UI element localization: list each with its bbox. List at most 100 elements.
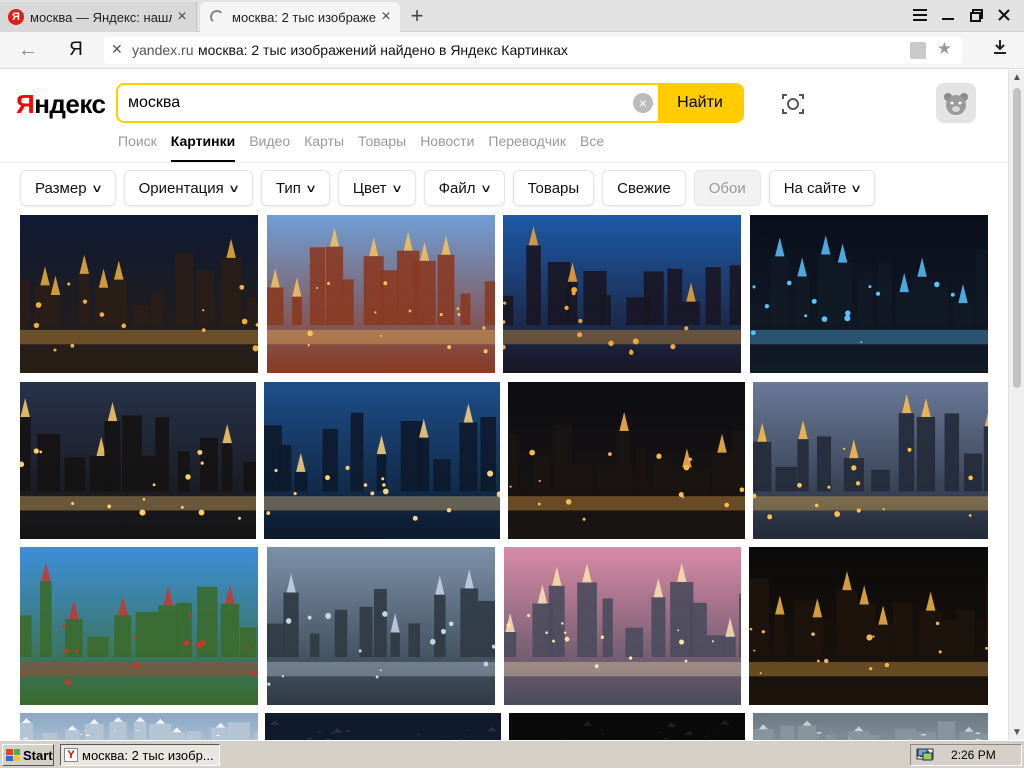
yandex-images-page: Яндекс × Найти Поиск Картинки Видео Карт…: [0, 70, 1008, 740]
image-result[interactable]: [509, 713, 745, 740]
nav-translator[interactable]: Переводчик: [488, 132, 566, 162]
search-button[interactable]: Найти: [658, 85, 742, 121]
image-result[interactable]: [503, 215, 741, 373]
url-domain: yandex.ru: [132, 42, 194, 58]
filter-type[interactable]: Тип ∨: [260, 170, 330, 206]
chevron-down-icon: ∨: [227, 182, 240, 195]
image-result[interactable]: [267, 547, 495, 705]
tab-yandex-search[interactable]: Я москва — Яндекс: нашлось ×: [0, 2, 197, 32]
scroll-up-arrow-icon[interactable]: ▲: [1012, 72, 1022, 83]
moscow-city-towers-dusk-image: [264, 382, 500, 539]
nav-all[interactable]: Все: [580, 132, 604, 162]
filter-label: На сайте: [783, 179, 847, 197]
loading-spinner-icon: [210, 10, 224, 24]
chevron-down-icon: ∨: [850, 182, 863, 195]
kremlin-night-image: [20, 215, 258, 373]
clear-url-icon[interactable]: ✕: [111, 41, 123, 58]
yandex-favicon-icon: Я: [8, 9, 24, 25]
filter-on-site[interactable]: На сайте ∨: [768, 170, 876, 206]
filter-label: Товары: [527, 179, 580, 197]
kremlin-tower-long-exposure-image: [20, 382, 256, 539]
yandex-brand-icon[interactable]: Я: [66, 39, 86, 61]
nav-video[interactable]: Видео: [249, 132, 290, 162]
image-result[interactable]: [20, 547, 258, 705]
tab-yandex-images[interactable]: москва: 2 тыс изображен ×: [200, 2, 400, 32]
image-result[interactable]: [267, 215, 495, 373]
chevron-down-icon: ∨: [479, 182, 492, 195]
chevron-down-icon: ∨: [304, 182, 317, 195]
scrollbar-thumb[interactable]: [1013, 88, 1021, 388]
nav-search[interactable]: Поиск: [118, 132, 157, 162]
clock[interactable]: 2:26 PM: [951, 748, 996, 762]
camera-search-icon[interactable]: [781, 92, 805, 116]
logo-rest: ндекс: [34, 89, 106, 119]
filter-label: Цвет: [352, 179, 387, 197]
image-result[interactable]: [753, 713, 988, 740]
minimize-icon[interactable]: [936, 4, 960, 26]
filter-label: Обои: [708, 179, 746, 197]
yandex-browser-icon: Y: [64, 748, 78, 762]
bear-avatar-icon: [944, 93, 968, 115]
bookmark-star-icon[interactable]: ★: [937, 39, 952, 59]
image-result[interactable]: [750, 215, 988, 373]
avatar[interactable]: [936, 83, 976, 123]
nav-images[interactable]: Картинки: [170, 132, 236, 162]
yandex-logo[interactable]: Яндекс: [16, 89, 106, 120]
lock-icon[interactable]: [910, 42, 926, 59]
partial-image: [509, 713, 745, 740]
filter-file[interactable]: Файл ∨: [423, 170, 505, 206]
tab-title: москва — Яндекс: нашлось: [30, 9, 172, 25]
image-result[interactable]: [753, 382, 988, 539]
hotel-ukraine-dusk-panorama-image: [753, 382, 988, 539]
image-result[interactable]: [504, 547, 741, 705]
image-result[interactable]: [749, 547, 988, 705]
kotelnicheskaya-night-image: [749, 547, 988, 705]
tab-close-icon[interactable]: ×: [172, 8, 192, 26]
image-result[interactable]: [265, 713, 501, 740]
image-result[interactable]: [20, 215, 258, 373]
nav-goods[interactable]: Товары: [358, 132, 406, 162]
download-icon[interactable]: [990, 39, 1010, 61]
back-arrow-icon[interactable]: ←: [16, 39, 40, 61]
filter-label: Файл: [438, 179, 476, 197]
chevron-down-icon: ∨: [90, 182, 103, 195]
stalin-skyscraper-night-image: [750, 215, 988, 373]
start-button[interactable]: Start: [2, 744, 54, 766]
window-controls: [908, 4, 1016, 26]
close-window-icon[interactable]: [992, 4, 1016, 26]
filter-color[interactable]: Цвет ∨: [337, 170, 416, 206]
tab-close-icon[interactable]: ×: [376, 8, 396, 26]
restore-icon[interactable]: [964, 4, 988, 26]
filter-wallpapers[interactable]: Обои: [693, 170, 761, 206]
page-scrollbar[interactable]: ▲ ▼: [1008, 70, 1024, 740]
hotel-ukraine-fireworks-image: [508, 382, 745, 539]
menu-icon[interactable]: [908, 4, 932, 26]
clear-search-icon[interactable]: ×: [633, 93, 653, 113]
taskbar-window-browser[interactable]: Y москва: 2 тыс изобр...: [60, 744, 220, 766]
search-box: × Найти: [116, 83, 744, 123]
network-icon[interactable]: [917, 748, 933, 762]
image-result[interactable]: [264, 382, 500, 539]
filter-label: Размер: [35, 179, 87, 197]
filter-goods[interactable]: Товары: [512, 170, 595, 206]
scroll-down-arrow-icon[interactable]: ▼: [1012, 727, 1022, 738]
image-result[interactable]: [508, 382, 745, 539]
filter-fresh[interactable]: Свежие: [602, 170, 686, 206]
moscow-city-skyline-image: [267, 215, 495, 373]
image-result[interactable]: [20, 713, 258, 740]
new-tab-button[interactable]: +: [405, 3, 429, 29]
search-input[interactable]: [118, 85, 662, 121]
kremlin-red-walls-day-image: [20, 547, 258, 705]
filter-label: Свежие: [617, 179, 671, 197]
chevron-down-icon: ∨: [390, 182, 403, 195]
filter-orientation[interactable]: Ориентация ∨: [123, 170, 253, 206]
image-result[interactable]: [20, 382, 256, 539]
filter-size[interactable]: Размер ∨: [20, 170, 116, 206]
nav-news[interactable]: Новости: [420, 132, 474, 162]
partial-image: [753, 713, 988, 740]
nav-maps[interactable]: Карты: [304, 132, 344, 162]
kremlin-pink-sunset-image: [504, 547, 741, 705]
filter-bar: Размер ∨ Ориентация ∨ Тип ∨ Цвет ∨ Файл ∨ Тов…: [20, 170, 876, 206]
address-field[interactable]: ✕ yandex.ru москва: 2 тыс изображений на…: [104, 37, 962, 64]
address-bar-row: ← Я ✕ yandex.ru москва: 2 тыс изображени…: [0, 32, 1024, 69]
